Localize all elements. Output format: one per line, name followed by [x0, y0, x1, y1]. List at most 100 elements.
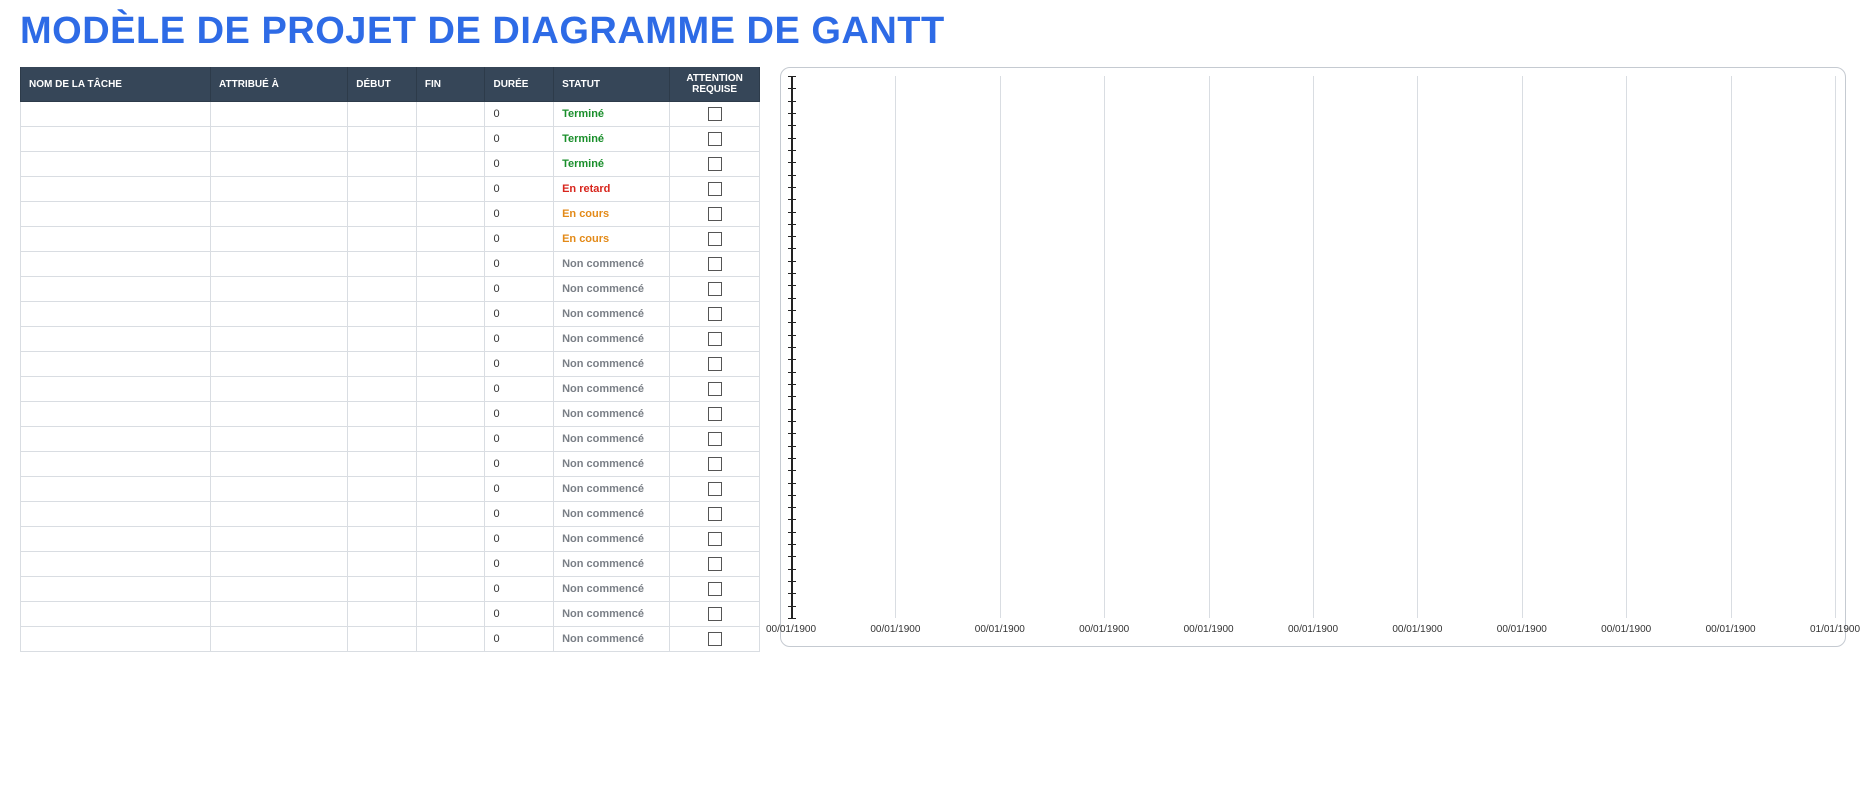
cell-end[interactable] [416, 277, 485, 302]
attention-checkbox[interactable] [708, 332, 722, 346]
attention-checkbox[interactable] [708, 507, 722, 521]
attention-checkbox[interactable] [708, 382, 722, 396]
cell-assigned[interactable] [211, 277, 348, 302]
cell-end[interactable] [416, 627, 485, 652]
cell-start[interactable] [348, 152, 417, 177]
cell-status[interactable]: Non commencé [554, 602, 670, 627]
cell-task[interactable] [21, 277, 211, 302]
cell-status[interactable]: Non commencé [554, 452, 670, 477]
cell-task[interactable] [21, 102, 211, 127]
cell-assigned[interactable] [211, 252, 348, 277]
cell-assigned[interactable] [211, 302, 348, 327]
cell-status[interactable]: Terminé [554, 152, 670, 177]
cell-status[interactable]: Non commencé [554, 402, 670, 427]
cell-end[interactable] [416, 552, 485, 577]
cell-status[interactable]: En cours [554, 202, 670, 227]
cell-start[interactable] [348, 252, 417, 277]
cell-assigned[interactable] [211, 502, 348, 527]
attention-checkbox[interactable] [708, 232, 722, 246]
cell-start[interactable] [348, 327, 417, 352]
cell-status[interactable]: Terminé [554, 127, 670, 152]
cell-start[interactable] [348, 402, 417, 427]
cell-task[interactable] [21, 202, 211, 227]
cell-status[interactable]: Non commencé [554, 477, 670, 502]
cell-assigned[interactable] [211, 377, 348, 402]
cell-task[interactable] [21, 327, 211, 352]
cell-start[interactable] [348, 427, 417, 452]
cell-task[interactable] [21, 577, 211, 602]
cell-assigned[interactable] [211, 402, 348, 427]
cell-task[interactable] [21, 227, 211, 252]
cell-status[interactable]: Non commencé [554, 377, 670, 402]
cell-end[interactable] [416, 402, 485, 427]
cell-task[interactable] [21, 627, 211, 652]
cell-assigned[interactable] [211, 327, 348, 352]
cell-start[interactable] [348, 477, 417, 502]
cell-status[interactable]: Non commencé [554, 552, 670, 577]
cell-status[interactable]: Non commencé [554, 352, 670, 377]
attention-checkbox[interactable] [708, 207, 722, 221]
attention-checkbox[interactable] [708, 482, 722, 496]
cell-task[interactable] [21, 127, 211, 152]
cell-start[interactable] [348, 502, 417, 527]
cell-assigned[interactable] [211, 552, 348, 577]
attention-checkbox[interactable] [708, 457, 722, 471]
cell-start[interactable] [348, 127, 417, 152]
cell-task[interactable] [21, 552, 211, 577]
attention-checkbox[interactable] [708, 107, 722, 121]
cell-end[interactable] [416, 427, 485, 452]
cell-end[interactable] [416, 102, 485, 127]
cell-task[interactable] [21, 452, 211, 477]
cell-start[interactable] [348, 102, 417, 127]
attention-checkbox[interactable] [708, 132, 722, 146]
attention-checkbox[interactable] [708, 582, 722, 596]
attention-checkbox[interactable] [708, 357, 722, 371]
cell-assigned[interactable] [211, 527, 348, 552]
cell-assigned[interactable] [211, 102, 348, 127]
cell-assigned[interactable] [211, 152, 348, 177]
cell-task[interactable] [21, 527, 211, 552]
cell-start[interactable] [348, 227, 417, 252]
cell-end[interactable] [416, 252, 485, 277]
cell-end[interactable] [416, 352, 485, 377]
attention-checkbox[interactable] [708, 282, 722, 296]
cell-task[interactable] [21, 302, 211, 327]
cell-status[interactable]: Terminé [554, 102, 670, 127]
cell-status[interactable]: Non commencé [554, 502, 670, 527]
cell-end[interactable] [416, 452, 485, 477]
attention-checkbox[interactable] [708, 632, 722, 646]
cell-task[interactable] [21, 602, 211, 627]
cell-end[interactable] [416, 302, 485, 327]
cell-end[interactable] [416, 502, 485, 527]
cell-end[interactable] [416, 477, 485, 502]
cell-start[interactable] [348, 527, 417, 552]
cell-end[interactable] [416, 152, 485, 177]
cell-start[interactable] [348, 352, 417, 377]
cell-end[interactable] [416, 127, 485, 152]
cell-assigned[interactable] [211, 177, 348, 202]
cell-status[interactable]: Non commencé [554, 277, 670, 302]
cell-start[interactable] [348, 602, 417, 627]
cell-status[interactable]: Non commencé [554, 327, 670, 352]
cell-task[interactable] [21, 502, 211, 527]
cell-assigned[interactable] [211, 477, 348, 502]
cell-assigned[interactable] [211, 227, 348, 252]
cell-task[interactable] [21, 427, 211, 452]
cell-status[interactable]: Non commencé [554, 302, 670, 327]
attention-checkbox[interactable] [708, 257, 722, 271]
cell-start[interactable] [348, 552, 417, 577]
cell-start[interactable] [348, 202, 417, 227]
cell-assigned[interactable] [211, 452, 348, 477]
cell-assigned[interactable] [211, 602, 348, 627]
cell-assigned[interactable] [211, 202, 348, 227]
attention-checkbox[interactable] [708, 157, 722, 171]
cell-task[interactable] [21, 352, 211, 377]
cell-assigned[interactable] [211, 127, 348, 152]
cell-end[interactable] [416, 177, 485, 202]
cell-assigned[interactable] [211, 427, 348, 452]
attention-checkbox[interactable] [708, 532, 722, 546]
cell-status[interactable]: En cours [554, 227, 670, 252]
cell-start[interactable] [348, 577, 417, 602]
cell-task[interactable] [21, 402, 211, 427]
cell-assigned[interactable] [211, 627, 348, 652]
